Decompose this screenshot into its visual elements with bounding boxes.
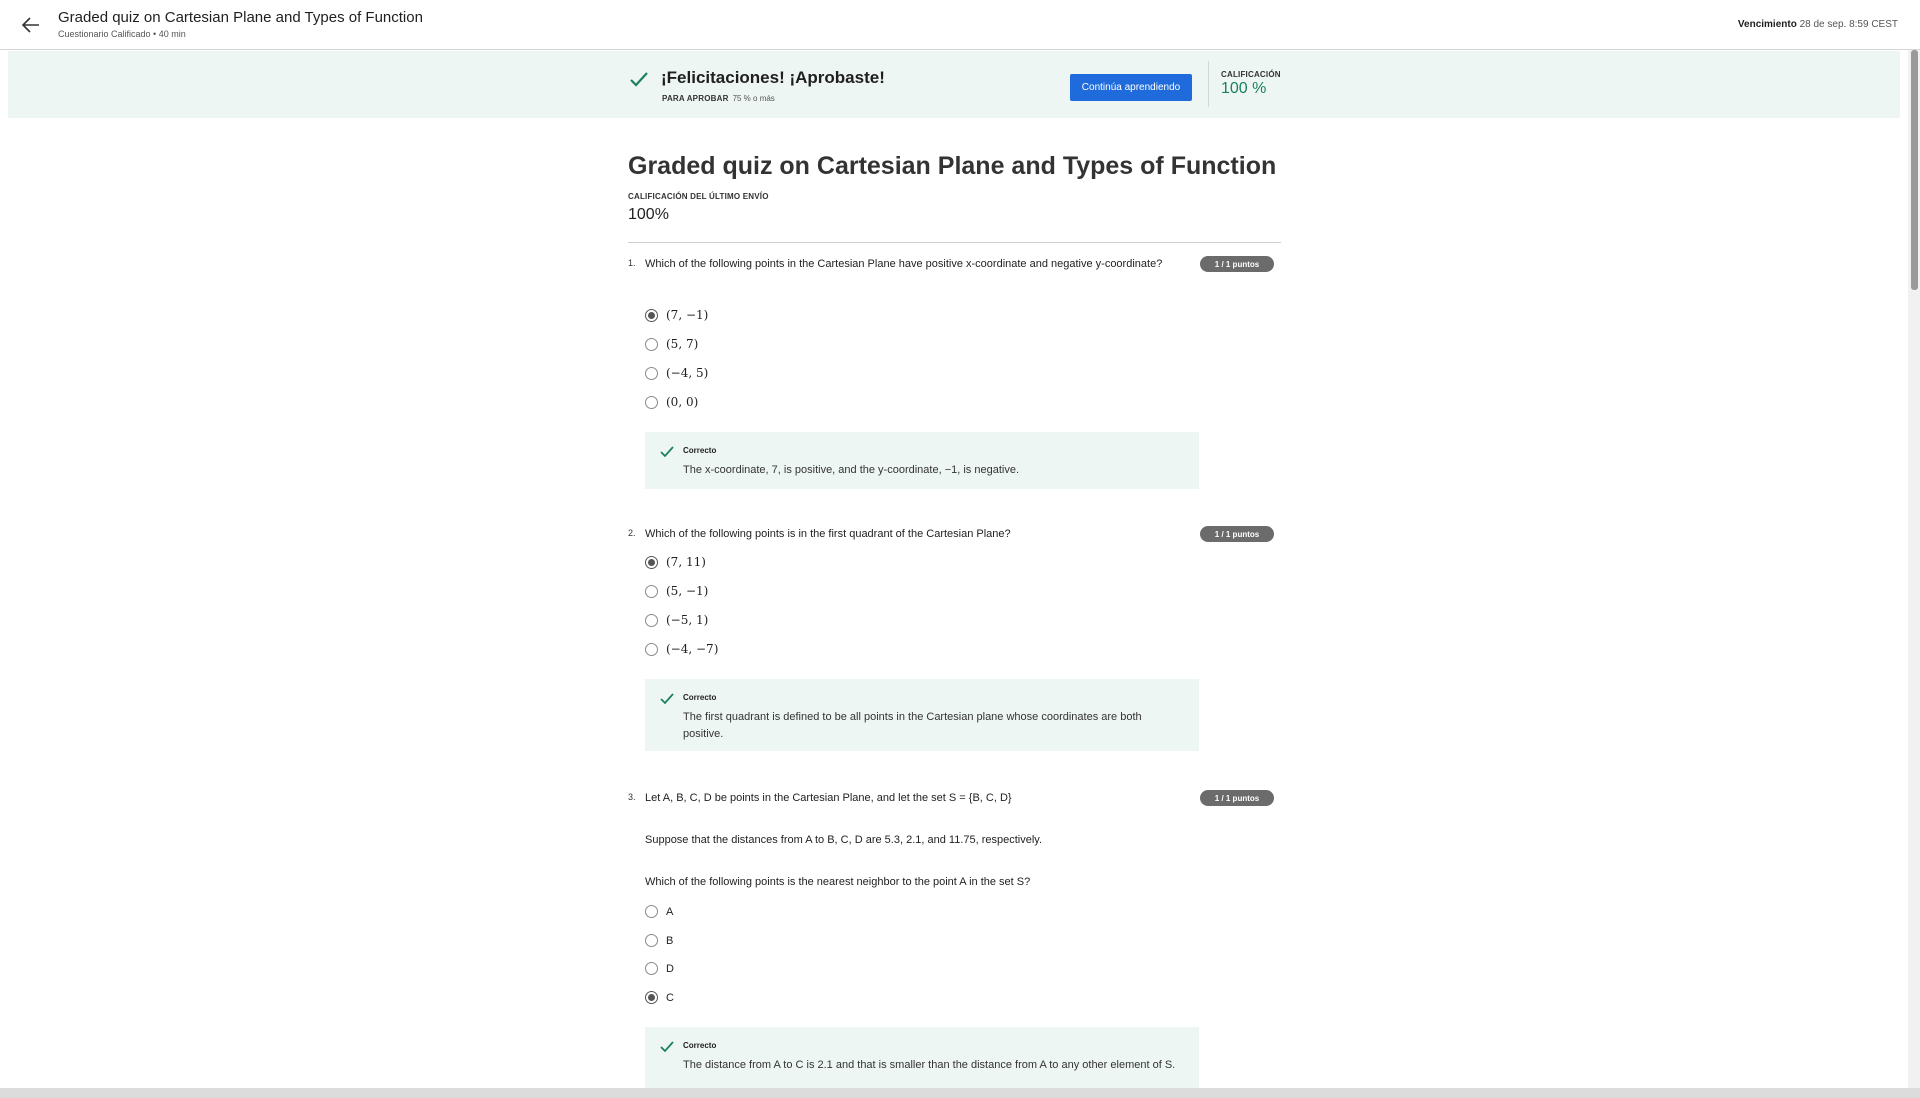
radio-button[interactable] <box>645 584 658 598</box>
option-label: (5, 7) <box>666 337 699 351</box>
due-label: Vencimiento <box>1737 19 1797 30</box>
option-label: B <box>666 934 674 947</box>
feedback-title: Correcto <box>683 446 717 455</box>
grade-value: 100 % <box>1221 80 1267 97</box>
points-badge: 1 / 1 puntos <box>1200 790 1274 806</box>
vertical-scrollbar[interactable] <box>1908 50 1920 1088</box>
question-number: 3. <box>628 792 636 802</box>
question-text-prompt: Which of the following points is the nea… <box>645 876 1031 888</box>
question-number: 2. <box>628 528 636 538</box>
option-label: C <box>666 991 674 1004</box>
option-label: (5, −1) <box>666 584 709 598</box>
last-submission-value: 100% <box>628 206 669 223</box>
feedback-text: The distance from A to C is 2.1 and that… <box>683 1059 1176 1071</box>
header-title: Graded quiz on Cartesian Plane and Types… <box>58 9 423 26</box>
option-label: (7, −1) <box>666 308 709 322</box>
question-number: 1. <box>628 258 636 268</box>
answer-option[interactable]: (5, −1) <box>645 584 708 598</box>
radio-button[interactable] <box>645 308 658 322</box>
answer-option[interactable]: (−5, 1) <box>645 613 708 627</box>
continue-learning-button[interactable]: Continúa aprendiendo <box>1070 74 1192 101</box>
answer-option[interactable]: (7, 11) <box>645 555 706 569</box>
banner-title: ¡Felicitaciones! ¡Aprobaste! <box>661 68 885 87</box>
question-text-detail: Suppose that the distances from A to B, … <box>645 834 1043 846</box>
option-label: (−4, −7) <box>666 642 719 656</box>
answer-option[interactable]: B <box>645 934 673 947</box>
points-badge: 1 / 1 puntos <box>1200 256 1274 272</box>
top-bar: Graded quiz on Cartesian Plane and Types… <box>0 0 1920 50</box>
answer-option[interactable]: (−4, −7) <box>645 642 718 656</box>
radio-button[interactable] <box>645 555 658 569</box>
check-icon <box>659 1039 675 1060</box>
answer-option[interactable]: (−4, 5) <box>645 366 708 380</box>
radio-button[interactable] <box>645 395 658 409</box>
radio-button[interactable] <box>645 905 658 918</box>
option-label: D <box>666 962 674 975</box>
radio-button[interactable] <box>645 962 658 975</box>
radio-button[interactable] <box>645 642 658 656</box>
answer-option[interactable]: (0, 0) <box>645 395 698 409</box>
feedback-text: The x-coordinate, 7, is positive, and th… <box>683 464 1019 476</box>
page-title: Graded quiz on Cartesian Plane and Types… <box>628 152 1277 180</box>
option-label: (−4, 5) <box>666 366 709 380</box>
horizontal-scrollbar[interactable] <box>0 1088 1920 1098</box>
divider <box>1208 61 1209 107</box>
feedback-title: Correcto <box>683 693 717 702</box>
answer-option[interactable]: (5, 7) <box>645 337 698 351</box>
radio-button[interactable] <box>645 366 658 380</box>
option-label: (−5, 1) <box>666 613 709 627</box>
header-subtitle: Cuestionario Calificado • 40 min <box>58 29 186 39</box>
due-value: 28 de sep. 8:59 CEST <box>1799 19 1898 30</box>
answer-option[interactable]: C <box>645 991 674 1004</box>
question-text: Which of the following points in the Car… <box>645 258 1163 270</box>
option-label: (0, 0) <box>666 395 699 409</box>
due-date: Vencimiento 28 de sep. 8:59 CEST <box>1738 19 1898 30</box>
pass-banner: ¡Felicitaciones! ¡Aprobaste! PARA APROBA… <box>8 51 1900 118</box>
pass-requirement: PARA APROBAR 75 % o más <box>662 94 775 103</box>
answer-option[interactable]: D <box>645 962 674 975</box>
feedback-box: Correcto The x-coordinate, 7, is positiv… <box>645 432 1199 489</box>
radio-button[interactable] <box>645 991 658 1004</box>
option-label: A <box>666 905 674 918</box>
check-icon <box>659 444 675 465</box>
pass-label: PARA APROBAR <box>662 94 729 103</box>
radio-button[interactable] <box>645 934 658 947</box>
last-submission-label: CALIFICACIÓN DEL ÚLTIMO ENVÍO <box>628 192 769 201</box>
feedback-text: The first quadrant is defined to be all … <box>683 711 1142 740</box>
feedback-title: Correcto <box>683 1041 717 1050</box>
scrollbar-thumb[interactable] <box>1911 50 1918 290</box>
answer-option[interactable]: (7, −1) <box>645 308 708 322</box>
question-text: Let A, B, C, D be points in the Cartesia… <box>645 792 1012 804</box>
pass-value: 75 % o más <box>732 94 775 103</box>
divider <box>628 242 1281 243</box>
feedback-box: Correcto The first quadrant is defined t… <box>645 679 1199 751</box>
radio-button[interactable] <box>645 337 658 351</box>
option-label: (7, 11) <box>666 555 706 569</box>
answer-option[interactable]: A <box>645 905 673 918</box>
grade-label: CALIFICACIÓN <box>1221 70 1281 79</box>
check-icon <box>659 691 675 712</box>
points-badge: 1 / 1 puntos <box>1200 526 1274 542</box>
question-text: Which of the following points is in the … <box>645 528 1011 540</box>
check-icon <box>628 69 650 96</box>
radio-button[interactable] <box>645 613 658 627</box>
back-arrow-icon[interactable] <box>19 13 43 37</box>
